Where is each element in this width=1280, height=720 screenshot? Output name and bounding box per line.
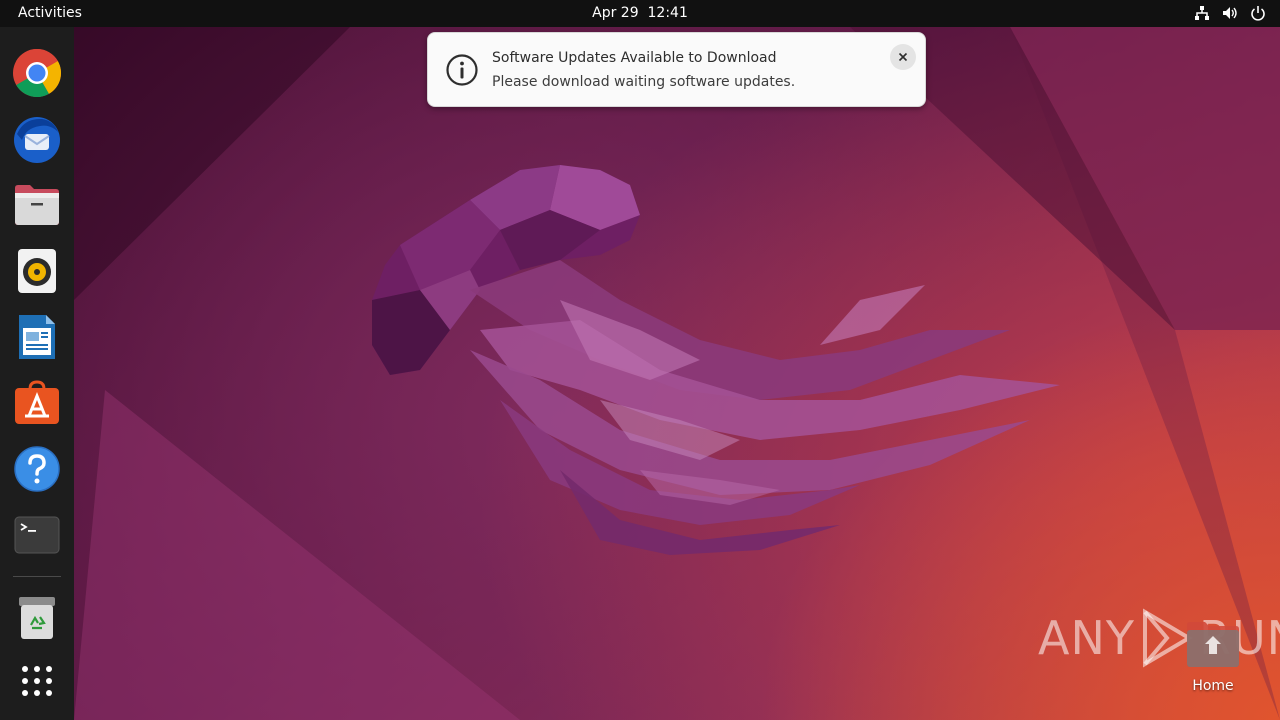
info-icon <box>446 54 478 86</box>
files-icon <box>15 185 59 225</box>
top-bar: Activities Apr 29 12:41 <box>0 0 1280 27</box>
network-icon <box>1195 6 1209 20</box>
dock-item-chrome[interactable] <box>11 47 63 99</box>
close-icon <box>898 52 908 62</box>
system-tray[interactable] <box>1194 5 1266 21</box>
clock-time: 12:41 <box>647 5 688 21</box>
clock-button[interactable]: Apr 29 12:41 <box>592 5 688 21</box>
volume-icon <box>1223 7 1237 19</box>
app-grid-icon <box>22 666 52 696</box>
dock-item-libreoffice-writer[interactable] <box>11 311 63 363</box>
dock-item-files[interactable] <box>11 179 63 231</box>
show-applications-button[interactable] <box>11 655 63 707</box>
home-folder-label: Home <box>1192 678 1234 694</box>
dock-item-terminal[interactable] <box>11 509 63 561</box>
dock-item-ubuntu-software[interactable] <box>11 377 63 429</box>
notification-banner[interactable]: Software Updates Available to Download P… <box>427 32 926 107</box>
help-icon <box>14 446 60 492</box>
thunderbird-icon <box>14 117 60 163</box>
software-center-icon <box>15 380 59 424</box>
writer-icon <box>19 315 55 359</box>
power-icon <box>1251 6 1265 21</box>
dock-separator <box>13 576 61 577</box>
chrome-icon <box>13 49 61 97</box>
dock <box>0 27 74 720</box>
anyrun-watermark: ANY RUN <box>1038 608 1280 668</box>
activities-button[interactable]: Activities <box>18 5 82 21</box>
dock-item-help[interactable] <box>11 443 63 495</box>
rhythmbox-icon <box>18 249 56 293</box>
notification-body: Please download waiting software updates… <box>492 74 796 90</box>
dock-item-thunderbird[interactable] <box>11 113 63 165</box>
terminal-icon <box>14 516 60 554</box>
trash-icon <box>19 597 55 639</box>
clock-date: Apr 29 <box>592 5 639 21</box>
dock-item-rhythmbox[interactable] <box>11 245 63 297</box>
home-folder-icon[interactable] <box>1185 620 1241 668</box>
notification-close-button[interactable] <box>890 44 916 70</box>
clock: Apr 29 12:41 <box>0 5 1280 21</box>
dock-item-trash[interactable] <box>11 592 63 644</box>
notification-title: Software Updates Available to Download <box>492 50 777 66</box>
watermark-text-left: ANY <box>1038 611 1135 665</box>
